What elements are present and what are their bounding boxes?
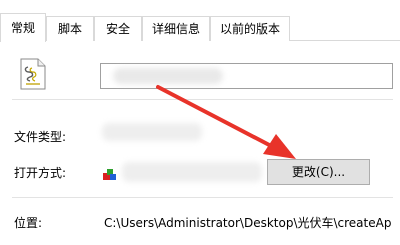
script-file-icon [20,58,46,90]
tab-strip: 常规 脚本 安全 详细信息 以前的版本 [0,0,400,42]
general-tab-panel: 文件类型: 打开方式: 更改(C)... 位置: C:\Users\Admini… [0,41,400,245]
tab-previous-versions[interactable]: 以前的版本 [210,16,290,41]
open-with-redacted [122,162,262,182]
file-name-redacted [113,68,223,84]
change-button[interactable]: 更改(C)... [267,159,370,185]
location-value: C:\Users\Administrator\Desktop\光伏车\creat… [104,216,392,230]
file-type-label: 文件类型: [14,130,67,144]
tab-general[interactable]: 常规 [0,13,46,42]
location-label: 位置: [14,216,43,230]
tab-details[interactable]: 详细信息 [142,16,210,41]
divider-bottom [12,197,393,198]
divider-top [12,99,393,100]
tab-script[interactable]: 脚本 [46,16,94,41]
file-type-redacted [102,123,202,141]
app-icon [103,169,116,180]
file-properties-dialog: 常规 脚本 安全 详细信息 以前的版本 文件类型: 打开方式: 更改(C)...… [0,0,400,245]
file-name-input[interactable] [100,63,393,89]
tab-security[interactable]: 安全 [94,16,142,41]
open-with-label: 打开方式: [14,166,67,180]
